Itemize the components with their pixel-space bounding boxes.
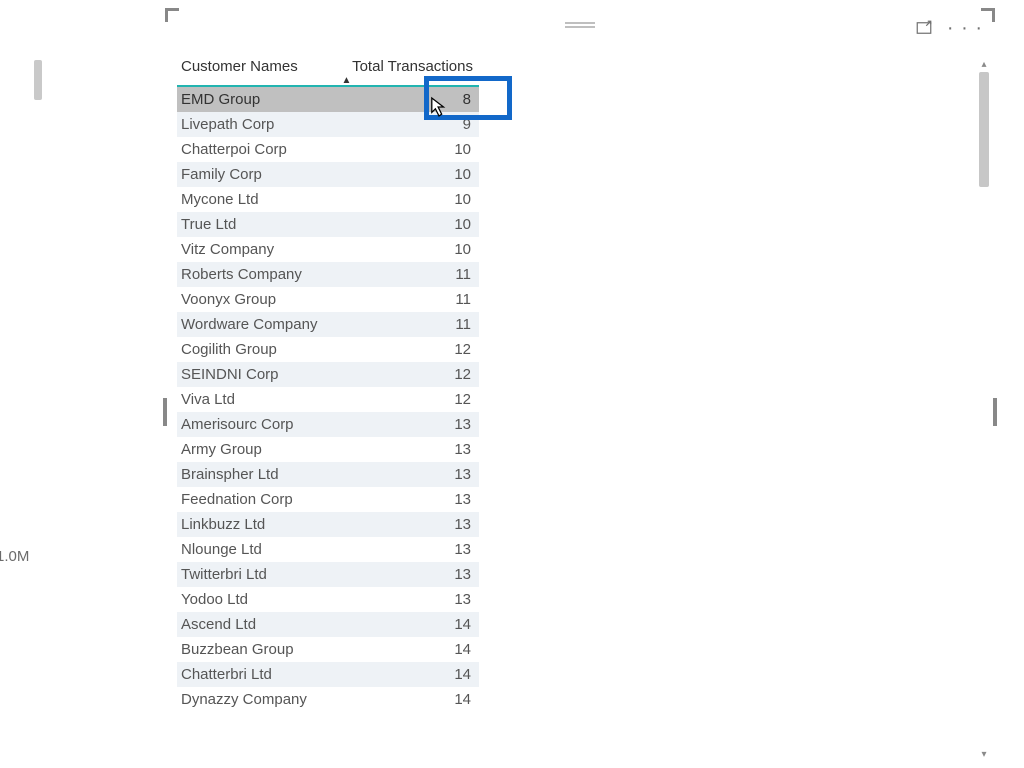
table-row[interactable]: Yodoo Ltd13 [177,587,479,612]
table-row[interactable]: Mycone Ltd10 [177,187,479,212]
table-row[interactable]: Cogilith Group12 [177,337,479,362]
column-header-transactions[interactable]: Total Transactions ▲ [337,52,479,86]
cell-transactions: 12 [337,362,479,387]
left-scrollbar-thumb[interactable] [34,60,42,100]
cell-transactions: 10 [337,137,479,162]
table-row[interactable]: True Ltd10 [177,212,479,237]
cell-customer-name: Chatterbri Ltd [177,662,337,687]
cell-customer-name: Livepath Corp [177,112,337,137]
scroll-thumb[interactable] [979,72,989,187]
vertical-scrollbar[interactable]: ▴ ▾ [979,60,989,760]
cell-transactions: 11 [337,312,479,337]
sort-ascending-icon: ▲ [341,75,351,86]
cell-transactions: 13 [337,487,479,512]
scroll-track[interactable] [979,72,989,748]
table-row[interactable]: EMD Group8 [177,86,479,112]
table-row[interactable]: Vitz Company10 [177,237,479,262]
table-visual-container: · · · Customer Names Total Transactions … [165,8,995,763]
cell-customer-name: Roberts Company [177,262,337,287]
cell-transactions: 8 [337,86,479,112]
table-row[interactable]: Brainspher Ltd13 [177,462,479,487]
table-row[interactable]: Livepath Corp9 [177,112,479,137]
table-row[interactable]: SEINDNI Corp12 [177,362,479,387]
cell-transactions: 14 [337,637,479,662]
table-row[interactable]: Buzzbean Group14 [177,637,479,662]
cell-customer-name: Wordware Company [177,312,337,337]
cell-transactions: 9 [337,112,479,137]
cell-customer-name: Twitterbri Ltd [177,562,337,587]
table-scroll-region[interactable]: Customer Names Total Transactions ▲ EMD … [177,52,983,762]
visual-header-icons: · · · [915,18,983,38]
cell-customer-name: Brainspher Ltd [177,462,337,487]
cell-customer-name: Amerisourc Corp [177,412,337,437]
cell-customer-name: Yodoo Ltd [177,587,337,612]
table-row[interactable]: Ascend Ltd14 [177,612,479,637]
column-header-customer[interactable]: Customer Names [177,52,337,86]
cell-customer-name: Army Group [177,437,337,462]
selection-handle-left[interactable] [163,398,167,426]
cell-customer-name: Cogilith Group [177,337,337,362]
cell-transactions: 13 [337,562,479,587]
cell-transactions: 13 [337,512,479,537]
selection-corner-top-right[interactable] [981,8,995,22]
cell-transactions: 13 [337,462,479,487]
cell-customer-name: Linkbuzz Ltd [177,512,337,537]
cell-customer-name: Chatterpoi Corp [177,137,337,162]
cell-transactions: 14 [337,687,479,712]
scroll-up-icon[interactable]: ▴ [979,60,989,70]
table-row[interactable]: Family Corp10 [177,162,479,187]
table-row[interactable]: Chatterbri Ltd14 [177,662,479,687]
cell-customer-name: Nlounge Ltd [177,537,337,562]
table-row[interactable]: Roberts Company11 [177,262,479,287]
table-row[interactable]: Viva Ltd12 [177,387,479,412]
cell-transactions: 10 [337,162,479,187]
visual-drag-handle[interactable] [565,22,595,28]
cell-transactions: 13 [337,587,479,612]
selection-corner-top-left[interactable] [165,8,179,22]
table-row[interactable]: Feednation Corp13 [177,487,479,512]
cell-customer-name: Voonyx Group [177,287,337,312]
cell-transactions: 10 [337,237,479,262]
selection-handle-right[interactable] [993,398,997,426]
scroll-down-icon[interactable]: ▾ [979,750,989,760]
cell-customer-name: Feednation Corp [177,487,337,512]
table-row[interactable]: Twitterbri Ltd13 [177,562,479,587]
table-row[interactable]: Linkbuzz Ltd13 [177,512,479,537]
table-row[interactable]: Amerisourc Corp13 [177,412,479,437]
table-row[interactable]: Wordware Company11 [177,312,479,337]
cell-transactions: 10 [337,212,479,237]
cell-customer-name: Dynazzy Company [177,687,337,712]
cell-transactions: 14 [337,612,479,637]
more-options-icon[interactable]: · · · [947,18,983,38]
table-row[interactable]: Voonyx Group11 [177,287,479,312]
focus-mode-icon[interactable] [915,19,933,37]
column-header-transactions-label: Total Transactions [352,58,473,75]
cell-customer-name: Ascend Ltd [177,612,337,637]
customers-table: Customer Names Total Transactions ▲ EMD … [177,52,479,712]
cell-customer-name: Mycone Ltd [177,187,337,212]
cell-transactions: 13 [337,537,479,562]
cell-transactions: 13 [337,412,479,437]
table-row[interactable]: Dynazzy Company14 [177,687,479,712]
axis-value-label: 1.0M [0,548,29,565]
cell-customer-name: Buzzbean Group [177,637,337,662]
cell-transactions: 10 [337,187,479,212]
cell-transactions: 13 [337,437,479,462]
cell-transactions: 14 [337,662,479,687]
cell-transactions: 12 [337,387,479,412]
cell-customer-name: Viva Ltd [177,387,337,412]
cell-customer-name: True Ltd [177,212,337,237]
table-row[interactable]: Nlounge Ltd13 [177,537,479,562]
cell-transactions: 11 [337,262,479,287]
table-row[interactable]: Chatterpoi Corp10 [177,137,479,162]
cell-customer-name: Family Corp [177,162,337,187]
table-row[interactable]: Army Group13 [177,437,479,462]
cell-customer-name: Vitz Company [177,237,337,262]
cell-transactions: 12 [337,337,479,362]
cell-transactions: 11 [337,287,479,312]
cell-customer-name: SEINDNI Corp [177,362,337,387]
cell-customer-name: EMD Group [177,86,337,112]
